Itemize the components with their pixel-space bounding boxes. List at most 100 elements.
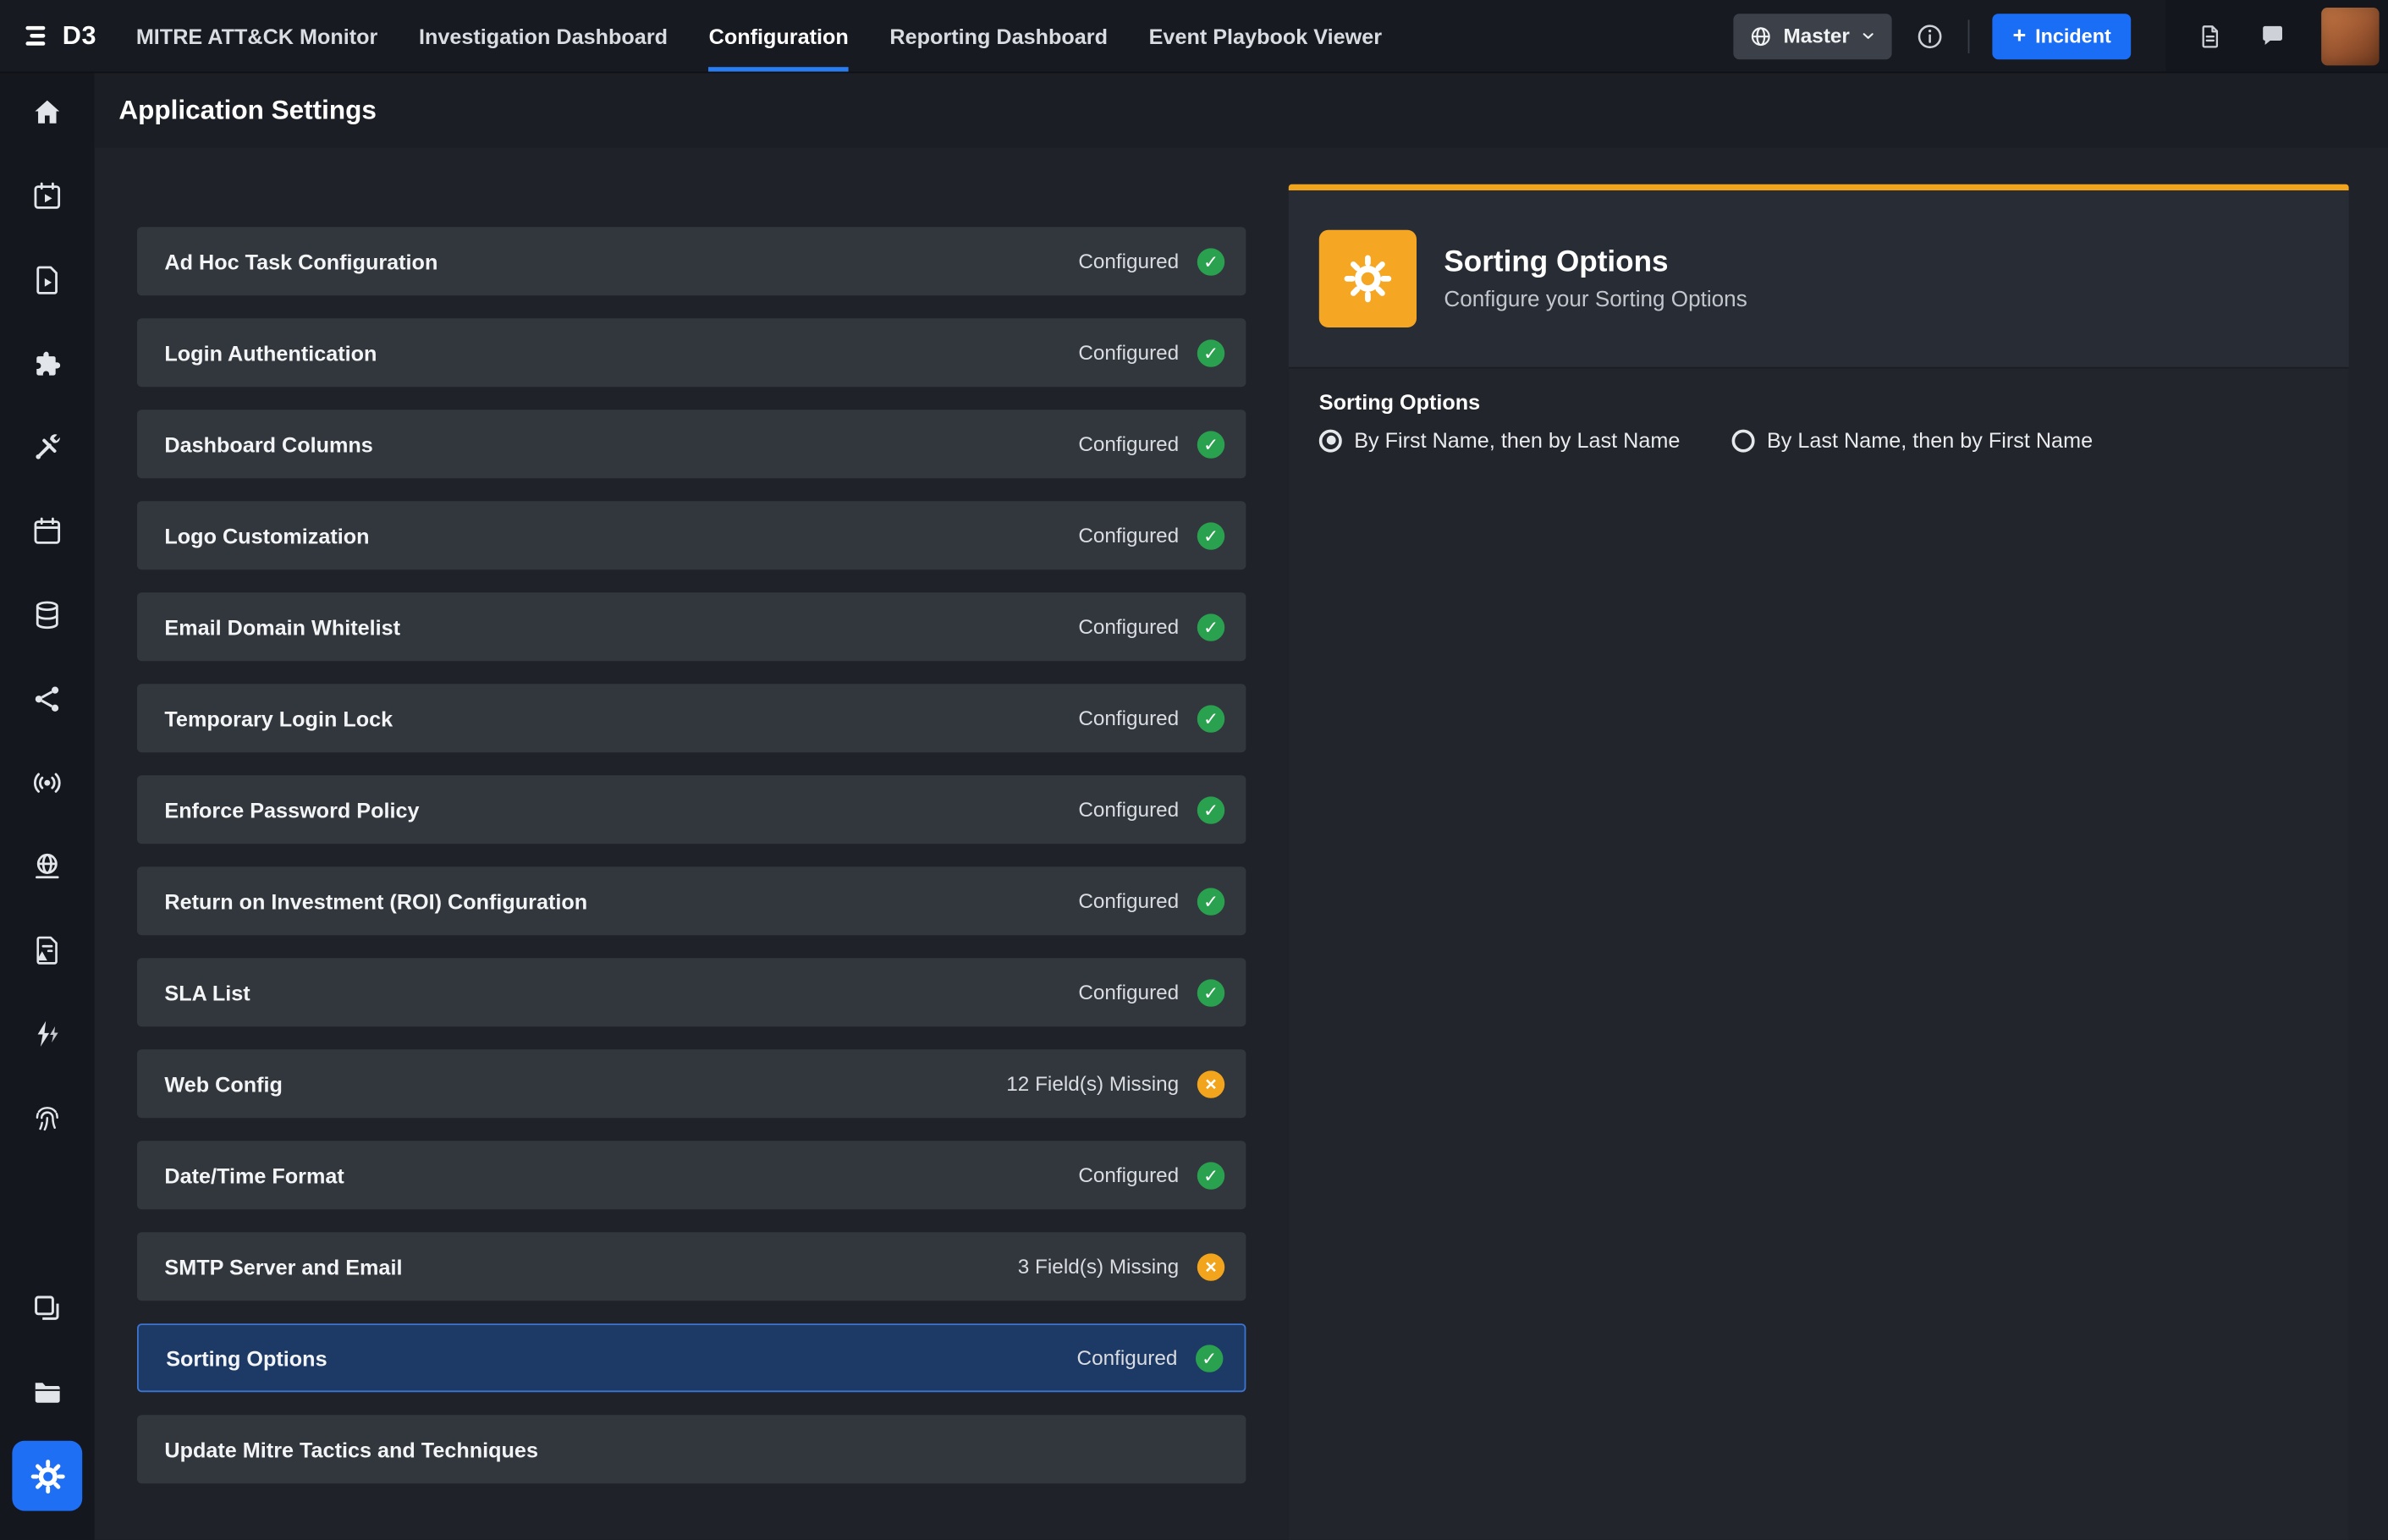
folder-icon[interactable] [12, 1357, 82, 1427]
document-icon[interactable] [2197, 20, 2224, 51]
settings-row-smtp-server-email[interactable]: SMTP Server and Email 3 Field(s) Missing… [137, 1232, 1246, 1301]
setting-status: Configured [1078, 889, 1179, 912]
nav-event-playbook-viewer[interactable]: Event Playbook Viewer [1149, 0, 1382, 72]
status-ok-icon: ✓ [1197, 796, 1224, 823]
settings-row-dashboard-columns[interactable]: Dashboard Columns Configured ✓ [137, 410, 1246, 478]
setting-status: Configured [1078, 981, 1179, 1004]
status-ok-icon: ✓ [1197, 888, 1224, 915]
settings-row-temporary-login-lock[interactable]: Temporary Login Lock Configured ✓ [137, 684, 1246, 752]
application-window: D3 MITRE ATT&CK Monitor Investigation Da… [0, 0, 2388, 1540]
settings-row-email-domain-whitelist[interactable]: Email Domain Whitelist Configured ✓ [137, 592, 1246, 661]
master-site-dropdown[interactable]: Master [1733, 13, 1892, 58]
globe-icon [1748, 24, 1773, 48]
settings-list: Ad Hoc Task Configuration Configured ✓ L… [137, 227, 1246, 1506]
panel-accent-bar [1289, 184, 2349, 190]
fingerprint-icon[interactable] [12, 1083, 82, 1153]
setting-label: Return on Investment (ROI) Configuration [164, 888, 587, 913]
settings-row-enforce-password-policy[interactable]: Enforce Password Policy Configured ✓ [137, 775, 1246, 844]
nav-reporting-dashboard[interactable]: Reporting Dashboard [889, 0, 1108, 72]
topbar-divider [1968, 19, 1970, 53]
main-content: Ad Hoc Task Configuration Configured ✓ L… [95, 148, 2388, 1540]
status-ok-icon: ✓ [1197, 248, 1224, 275]
d3-logo[interactable]: D3 [0, 0, 136, 72]
setting-status: Configured [1078, 341, 1179, 364]
home-icon[interactable] [12, 78, 82, 148]
setting-label: SLA List [164, 980, 250, 1004]
setting-label: Sorting Options [166, 1345, 327, 1370]
status-error-icon: × [1197, 1070, 1224, 1097]
setting-status: 12 Field(s) Missing [1006, 1072, 1179, 1095]
settings-row-logo-customization[interactable]: Logo Customization Configured ✓ [137, 501, 1246, 569]
status-error-icon: × [1197, 1253, 1224, 1280]
gear-icon[interactable] [12, 1441, 82, 1511]
logo-text: D3 [63, 20, 96, 51]
setting-status: Configured [1078, 432, 1179, 455]
radio-option-first-then-last[interactable]: By First Name, then by Last Name [1319, 428, 1681, 453]
file-play-icon[interactable] [12, 245, 82, 316]
tools-icon[interactable] [12, 413, 82, 483]
setting-label: Enforce Password Policy [164, 797, 419, 822]
nav-mitre-attck-monitor[interactable]: MITRE ATT&CK Monitor [136, 0, 378, 72]
chevron-down-icon [1861, 27, 1878, 44]
sorting-radio-group: By First Name, then by Last Name By Last… [1319, 428, 2319, 453]
setting-status: Configured [1078, 615, 1179, 638]
setting-label: Login Authentication [164, 340, 377, 365]
setting-label: Temporary Login Lock [164, 706, 393, 730]
settings-row-sla-list[interactable]: SLA List Configured ✓ [137, 958, 1246, 1026]
setting-status: 3 Field(s) Missing [1018, 1255, 1179, 1278]
setting-label: Ad Hoc Task Configuration [164, 249, 437, 273]
calendar-icon[interactable] [12, 497, 82, 567]
database-icon[interactable] [12, 580, 82, 651]
plus-icon: + [2013, 25, 2027, 47]
radio-label: By Last Name, then by First Name [1767, 428, 2093, 453]
page-header: Application Settings [95, 72, 2388, 148]
setting-status: Configured [1078, 707, 1179, 729]
d3-logo-bars-icon [25, 23, 55, 49]
detail-subtitle: Configure your Sorting Options [1444, 288, 1747, 312]
incident-label: Incident [2035, 25, 2111, 47]
status-ok-icon: ✓ [1197, 1162, 1224, 1189]
settings-row-web-config[interactable]: Web Config 12 Field(s) Missing × [137, 1049, 1246, 1118]
topbar-utility-zone [2166, 0, 2388, 72]
settings-row-datetime-format[interactable]: Date/Time Format Configured ✓ [137, 1141, 1246, 1209]
status-ok-icon: ✓ [1197, 613, 1224, 641]
new-incident-button[interactable]: + Incident [1993, 13, 2131, 58]
globe-underline-icon[interactable] [12, 832, 82, 902]
share-nodes-icon[interactable] [12, 664, 82, 734]
info-icon[interactable] [1915, 20, 1945, 51]
status-ok-icon: ✓ [1197, 431, 1224, 458]
status-ok-icon: ✓ [1196, 1345, 1223, 1372]
radio-button[interactable] [1732, 429, 1755, 452]
setting-status: Configured [1078, 1163, 1179, 1186]
radio-option-last-then-first[interactable]: By Last Name, then by First Name [1732, 428, 2094, 453]
status-ok-icon: ✓ [1197, 339, 1224, 366]
page-title: Application Settings [118, 94, 377, 126]
puzzle-icon[interactable] [12, 329, 82, 399]
setting-status: Configured [1078, 250, 1179, 272]
user-avatar[interactable] [2321, 7, 2379, 64]
sorting-options-gear-icon [1319, 230, 1417, 327]
setting-status: Configured [1078, 798, 1179, 821]
setting-label: Logo Customization [164, 523, 369, 547]
nav-investigation-dashboard[interactable]: Investigation Dashboard [419, 0, 668, 72]
lightning-icon[interactable] [12, 999, 82, 1070]
copy-icon[interactable] [12, 1273, 82, 1344]
main-nav: MITRE ATT&CK Monitor Investigation Dashb… [136, 0, 1382, 72]
document-alert-icon[interactable] [12, 916, 82, 986]
setting-label: Date/Time Format [164, 1163, 344, 1187]
setting-label: Email Domain Whitelist [164, 614, 400, 639]
nav-configuration[interactable]: Configuration [709, 0, 849, 72]
radio-button[interactable] [1319, 429, 1342, 452]
calendar-play-icon[interactable] [12, 162, 82, 232]
settings-row-roi-configuration[interactable]: Return on Investment (ROI) Configuration… [137, 866, 1246, 935]
radio-label: By First Name, then by Last Name [1354, 428, 1680, 453]
setting-status: Configured [1077, 1346, 1178, 1369]
master-label: Master [1784, 25, 1850, 47]
settings-row-sorting-options[interactable]: Sorting Options Configured ✓ [137, 1323, 1246, 1392]
settings-row-login-authentication[interactable]: Login Authentication Configured ✓ [137, 318, 1246, 387]
status-ok-icon: ✓ [1197, 705, 1224, 732]
chat-icon[interactable] [2258, 21, 2288, 50]
settings-row-ad-hoc-task[interactable]: Ad Hoc Task Configuration Configured ✓ [137, 227, 1246, 295]
settings-row-update-mitre-tactics[interactable]: Update Mitre Tactics and Techniques [137, 1415, 1246, 1483]
broadcast-icon[interactable] [12, 748, 82, 818]
